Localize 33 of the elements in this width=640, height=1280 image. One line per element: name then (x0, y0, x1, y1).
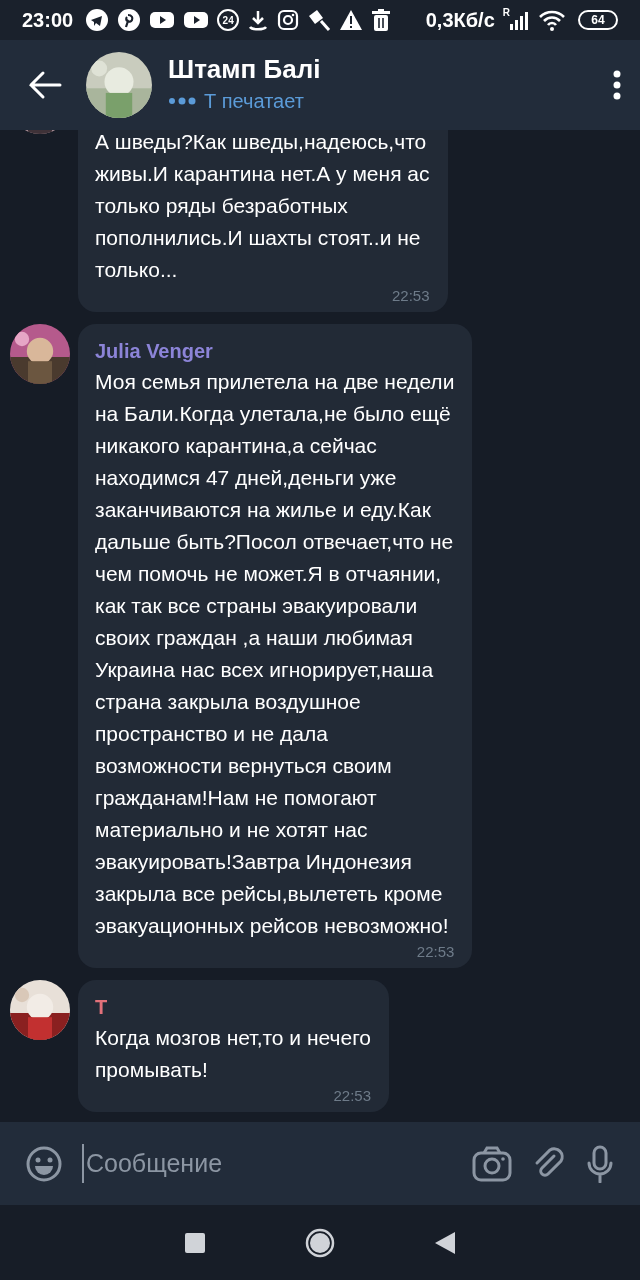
sender-name: Т (95, 995, 109, 1020)
message-time: 22:53 (416, 942, 455, 962)
network-speed: 0,3Кб/с (425, 8, 495, 33)
signal-icon (510, 10, 530, 30)
status-time: 23:00 (22, 8, 74, 33)
message-text: Моя семья прилетела на две недели на Бали.Когда улетала,не было ещё никакого карантина,а сейчас находимся 47 дней,деньги уже заканчиваются на жилье и еду.Как дальше быть?Посол отвечает,что не чем помочь не может.Я в отчаянии, как так все страны эвакуировали своих граждан ,а наши любимая Украина нас всех игнорирует,наша страна закрыла воздушное пространство и не дала возможности вернуться своим гражданам!Нам не помогают материально и не хотят нас эвакуировать!Завтра Индонезия закрыла все рейсы,вылететь кроме эвакуационных рейсов невозможно! (95, 369, 455, 939)
signal-label: R (502, 8, 510, 18)
typing-status: Т печатает (204, 88, 304, 114)
message-input[interactable]: Сообщение (82, 1143, 452, 1184)
back-nav-icon[interactable] (435, 1231, 455, 1254)
sender-name: Julia Venger (95, 339, 214, 364)
emoji-icon[interactable] (26, 1145, 62, 1182)
microphone-icon[interactable] (586, 1144, 614, 1183)
download-icon (247, 8, 270, 32)
typing-icon (168, 95, 196, 106)
message-time: 22:53 (333, 1086, 371, 1106)
trash-icon (371, 8, 392, 32)
message-text: А шведы?Как шведы,надеюсь,что живы.И карантина нет.А у меня ас только ряды безработных пополнились.И шахты стоят..и не только... (95, 130, 430, 283)
back-icon[interactable] (28, 70, 62, 100)
message-composer[interactable]: Сообщение (0, 1122, 640, 1205)
instagram-icon (277, 9, 300, 31)
telegram-icon (85, 8, 110, 32)
message-time: 22:53 (391, 286, 430, 306)
recents-icon[interactable] (185, 1232, 205, 1253)
home-icon[interactable] (305, 1227, 335, 1258)
chat-title: Штамп Балі (168, 54, 322, 86)
camera-icon[interactable] (472, 1145, 512, 1182)
warning-icon (339, 9, 364, 31)
wifi-icon (538, 9, 566, 31)
message-text: Когда мозгов нет,то и нечего промывать! (95, 1025, 371, 1083)
more-icon[interactable] (612, 70, 622, 100)
battery-indicator: 64 (578, 10, 618, 30)
notification-badge: 24 (217, 9, 240, 31)
